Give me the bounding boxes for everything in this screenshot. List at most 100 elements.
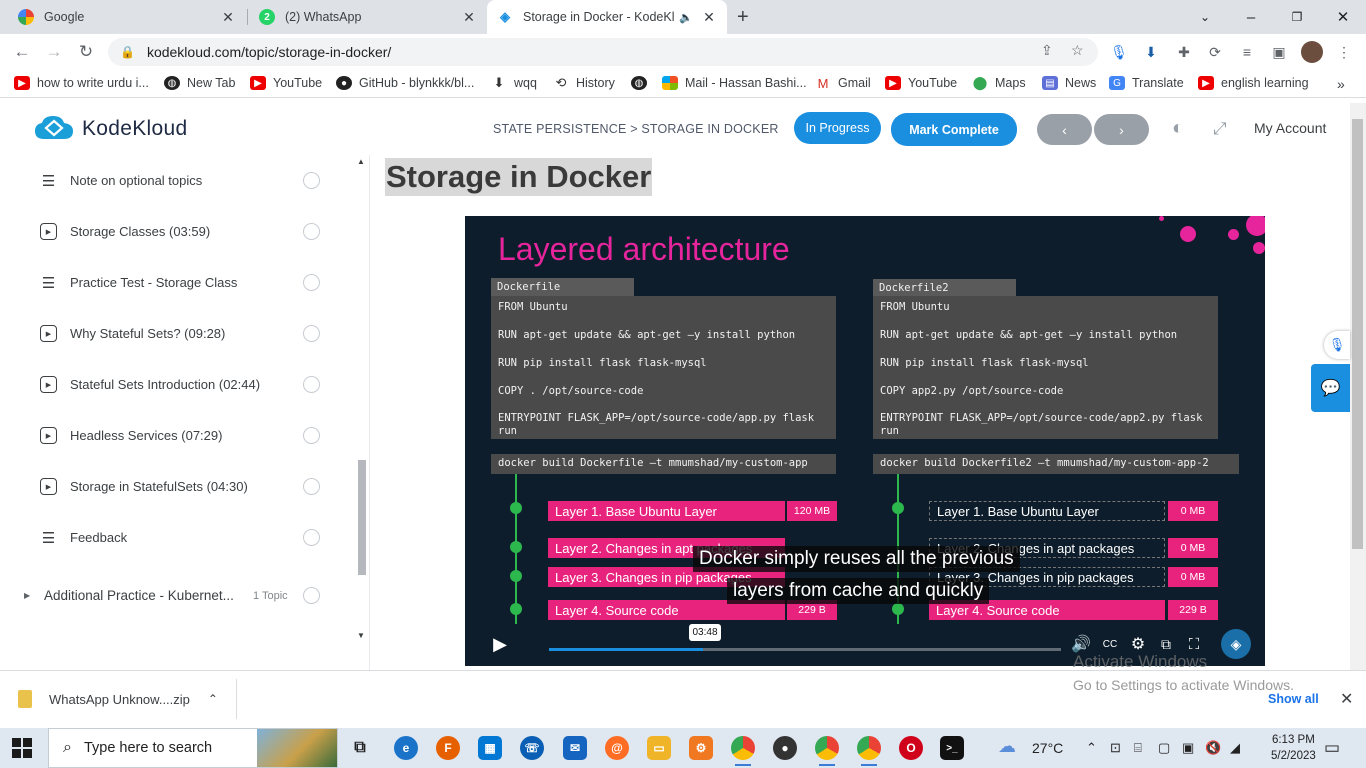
bookmarks-overflow-icon[interactable]: » <box>1337 76 1345 92</box>
bookmark-item[interactable]: ◍ <box>631 76 654 90</box>
task-view-icon[interactable]: ⧉ <box>348 736 372 760</box>
close-icon[interactable]: ✕ <box>461 9 477 26</box>
my-account-link[interactable]: My Account <box>1254 120 1326 136</box>
bookmark-item[interactable]: ▶ YouTube <box>250 76 322 90</box>
previous-lesson-button[interactable]: ‹ <box>1037 114 1092 145</box>
completion-circle[interactable] <box>303 529 320 546</box>
tab-whatsapp[interactable]: 2 (2) WhatsApp ✕ <box>249 0 487 34</box>
scrollbar-thumb[interactable] <box>358 460 366 575</box>
chrome-icon[interactable] <box>731 736 755 766</box>
edge-icon[interactable]: e <box>394 736 418 760</box>
in-progress-badge[interactable]: In Progress <box>794 112 881 144</box>
file-explorer-icon[interactable]: ▭ <box>647 736 671 760</box>
completion-circle[interactable] <box>303 427 320 444</box>
chat-bubble-icon[interactable]: 💬 <box>1311 364 1350 412</box>
profile-avatar[interactable] <box>1301 41 1323 63</box>
bookmark-item[interactable]: G Translate <box>1109 76 1184 90</box>
volume-muted-icon[interactable]: 🔇 <box>1205 740 1221 756</box>
weather-cloud-icon[interactable]: ☁ <box>998 736 1016 757</box>
chevron-up-icon[interactable]: ⌃ <box>208 692 218 706</box>
picture-in-picture-icon[interactable]: ⧉ <box>1155 634 1177 654</box>
show-all-link[interactable]: Show all <box>1268 692 1319 706</box>
sidebar-item[interactable]: ☰ Feedback <box>0 512 355 563</box>
bookmark-item[interactable]: ⬤ Maps <box>972 75 1026 90</box>
back-arrow-icon[interactable]: ← <box>9 40 35 64</box>
play-icon[interactable]: ▶ <box>489 634 511 654</box>
obs-icon[interactable]: ● <box>773 736 797 760</box>
tray-display-icon[interactable]: ▣ <box>1182 740 1194 756</box>
fullscreen-icon[interactable]: ⛶ <box>1183 634 1205 654</box>
bookmark-item[interactable]: ● GitHub - blynkkk/bl... <box>336 76 474 90</box>
bookmark-item[interactable]: ▶ YouTube <box>885 76 957 90</box>
sidebar-item[interactable]: ▶ Storage Classes (03:59) <box>0 206 355 257</box>
completion-circle[interactable] <box>303 274 320 291</box>
chrome-profile-icon[interactable] <box>857 736 881 766</box>
completion-circle[interactable] <box>303 587 320 604</box>
completion-circle[interactable] <box>303 223 320 240</box>
chrome-menu-icon[interactable]: ⋮ <box>1333 42 1355 62</box>
phone-icon[interactable]: ☏ <box>520 736 544 760</box>
sidebar-item[interactable]: ☰ Note on optional topics <box>0 155 355 206</box>
bookmark-item[interactable]: Mail - Hassan Bashi... <box>662 76 807 90</box>
scroll-down-icon[interactable]: ▼ <box>357 631 365 640</box>
completion-circle[interactable] <box>303 478 320 495</box>
mark-complete-button[interactable]: Mark Complete <box>891 113 1017 146</box>
bookmark-item[interactable]: ⬇ wqq <box>491 75 537 90</box>
opera-icon[interactable]: O <box>899 736 923 760</box>
tab-search-chevron-icon[interactable]: ⌄ <box>1182 0 1228 34</box>
sidebar-scrollbar[interactable]: ▲ ▼ <box>355 155 369 670</box>
terminal-icon[interactable]: >_ <box>940 736 964 760</box>
download-item[interactable]: WhatsApp Unknow....zip ⌃ <box>18 690 218 708</box>
close-icon[interactable]: ✕ <box>701 9 717 26</box>
captions-icon[interactable]: CC <box>1099 634 1121 654</box>
sync-extension-icon[interactable]: ⟳ <box>1204 42 1226 62</box>
tray-chevron-icon[interactable]: ⌃ <box>1086 740 1097 756</box>
restore-icon[interactable]: ❐ <box>1274 0 1320 34</box>
bookmark-item[interactable]: ▶ how to write urdu i... <box>14 76 149 90</box>
reading-list-icon[interactable]: ≡ <box>1236 42 1258 62</box>
bookmark-item[interactable]: ◍ New Tab <box>164 76 235 90</box>
tray-device-icon[interactable]: ▢ <box>1158 740 1170 756</box>
completion-circle[interactable] <box>303 325 320 342</box>
sidebar-item[interactable]: ☰ Practice Test - Storage Class <box>0 257 355 308</box>
sidebar-section[interactable]: ▶ Additional Practice - Kubernet... 1 To… <box>0 570 355 621</box>
address-bar[interactable]: 🔒 kodekloud.com/topic/storage-in-docker/ <box>108 38 1098 66</box>
tray-app-icon[interactable]: ⊡ <box>1110 740 1121 756</box>
voice-search-icon[interactable]: 🎙 <box>1108 42 1130 62</box>
bookmark-item[interactable]: ▤ News <box>1042 76 1096 90</box>
speaker-mute-icon[interactable]: 🔈 <box>679 11 693 24</box>
volume-icon[interactable]: 🔊 <box>1070 634 1092 654</box>
close-icon[interactable]: ✕ <box>1340 689 1353 709</box>
chrome-profile-icon[interactable] <box>815 736 839 766</box>
side-panel-icon[interactable]: ▣ <box>1268 42 1290 62</box>
network-icon[interactable]: ⌸ <box>1134 740 1142 756</box>
minimize-icon[interactable]: – <box>1228 0 1274 34</box>
video-player[interactable]: Layered architecture Dockerfile FROM Ubu… <box>465 216 1265 666</box>
wifi-icon[interactable]: ◢ <box>1230 740 1240 756</box>
sidebar-item[interactable]: ▶ Storage in StatefulSets (04:30) <box>0 461 355 512</box>
bookmark-item[interactable]: ⟲ History <box>553 75 615 90</box>
settings-app-icon[interactable]: ⚙ <box>689 736 713 760</box>
progress-bar[interactable] <box>549 648 1061 651</box>
voice-widget-icon[interactable]: 🎙 <box>1324 331 1350 359</box>
windows-start-icon[interactable] <box>12 738 32 758</box>
page-scrollbar[interactable] <box>1350 103 1366 670</box>
settings-gear-icon[interactable]: ⚙ <box>1127 634 1149 654</box>
store-icon[interactable]: ▦ <box>478 736 502 760</box>
swirl-app-icon[interactable]: @ <box>605 736 629 760</box>
system-clock[interactable]: 6:13 PM 5/2/2023 <box>1271 732 1316 764</box>
reload-icon[interactable]: ↻ <box>73 40 99 64</box>
expand-icon[interactable]: ⤢ <box>1213 119 1227 139</box>
forward-arrow-icon[interactable]: → <box>41 40 67 64</box>
next-lesson-button[interactable]: › <box>1094 114 1149 145</box>
kodekloud-logo[interactable]: KodeKloud <box>34 115 187 143</box>
sidebar-item[interactable]: ▶ Stateful Sets Introduction (02:44) <box>0 359 355 410</box>
mail-icon[interactable]: ✉ <box>563 736 587 760</box>
sidebar-item[interactable]: ▶ Why Stateful Sets? (09:28) <box>0 308 355 359</box>
close-icon[interactable]: ✕ <box>220 9 236 26</box>
completion-circle[interactable] <box>303 172 320 189</box>
tab-storage-in-docker[interactable]: ◈ Storage in Docker - KodeKlo 🔈 ✕ <box>487 0 727 34</box>
extensions-puzzle-icon[interactable]: ✚ <box>1173 42 1195 62</box>
bookmark-item[interactable]: ▶ english learning <box>1198 76 1309 90</box>
weather-temp[interactable]: 27°C <box>1032 740 1063 756</box>
